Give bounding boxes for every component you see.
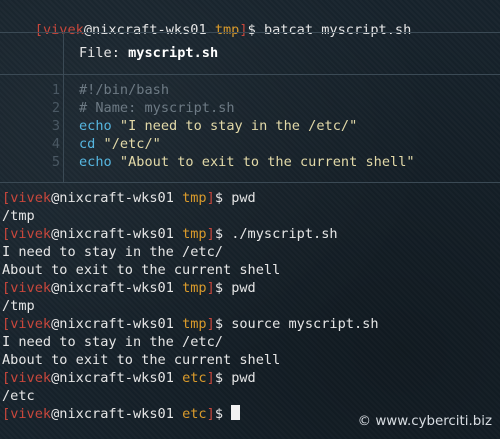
- prompt-dir: tmp: [182, 280, 207, 296]
- output-line: I need to stay in the /etc/: [2, 243, 223, 261]
- line-number: 3: [51, 118, 60, 134]
- prompt-host: nixcraft-wks01: [59, 190, 174, 206]
- output-text: I need to stay in the /etc/: [2, 334, 223, 350]
- command-text: pwd: [231, 190, 256, 206]
- prompt-line: [vivek@nixcraft-wks01 etc]$ pwd: [2, 370, 256, 386]
- prompt-line: [vivek@nixcraft-wks01 etc]$: [2, 405, 241, 423]
- code-line: echo "I need to stay in the /etc/": [79, 117, 357, 135]
- code-argument: "/etc/": [95, 136, 161, 152]
- output-line: About to exit to the current shell: [2, 261, 280, 279]
- output-line: /etc: [2, 387, 35, 405]
- output-text: I need to stay in the /etc/: [2, 244, 223, 260]
- command-text: pwd: [231, 370, 256, 386]
- output-line: /tmp: [2, 207, 35, 225]
- line-number: 4: [51, 136, 60, 152]
- output-text: About to exit to the current shell: [2, 352, 281, 368]
- line-number: 1: [51, 82, 60, 98]
- code-line: cd "/etc/": [79, 135, 161, 153]
- text-cursor[interactable]: [231, 405, 241, 420]
- prompt-dir: tmp: [182, 190, 207, 206]
- line-number: 5: [51, 154, 60, 170]
- prompt-dir: etc: [182, 406, 207, 422]
- command-text: batcat myscript.sh: [263, 22, 412, 38]
- prompt-user: vivek: [10, 370, 52, 386]
- code-line: echo "About to exit to the current shell…: [79, 153, 415, 171]
- output-line: /tmp: [2, 297, 35, 315]
- code-line: # Name: myscript.sh: [79, 99, 235, 117]
- batcat-file-name: myscript.sh: [128, 45, 219, 61]
- batcat-bottom-rule: [0, 182, 500, 183]
- prompt-user: vivek: [10, 280, 52, 296]
- terminal-window[interactable]: [vivek@nixcraft-wks01 tmp]$ batcat myscr…: [0, 0, 500, 439]
- prompt-host: nixcraft-wks01: [92, 22, 207, 38]
- prompt-line-batcat: [vivek@nixcraft-wks01 tmp]$ batcat myscr…: [34, 22, 412, 38]
- prompt-dir: tmp: [182, 316, 207, 332]
- command-text: ./myscript.sh: [231, 226, 338, 242]
- output-line: About to exit to the current shell: [2, 351, 280, 369]
- code-keyword: echo: [79, 154, 112, 170]
- batcat-header-divider: [63, 32, 64, 74]
- prompt-line: [vivek@nixcraft-wks01 tmp]$ pwd: [2, 190, 256, 206]
- prompt-host: nixcraft-wks01: [59, 406, 174, 422]
- prompt-host: nixcraft-wks01: [59, 280, 174, 296]
- prompt-host: nixcraft-wks01: [59, 316, 174, 332]
- command-text: source myscript.sh: [231, 316, 379, 332]
- prompt-user: vivek: [10, 226, 52, 242]
- code-comment: # Name: myscript.sh: [79, 100, 235, 116]
- batcat-header-rule: [0, 74, 500, 75]
- code-keyword: cd: [79, 136, 96, 152]
- code-argument: "About to exit to the current shell": [111, 154, 415, 170]
- output-text: /tmp: [2, 208, 35, 224]
- output-text: /tmp: [2, 298, 35, 314]
- line-number: 2: [51, 100, 60, 116]
- prompt-dir: tmp: [182, 226, 207, 242]
- prompt-line: [vivek@nixcraft-wks01 tmp]$ pwd: [2, 280, 256, 296]
- prompt-dir: etc: [182, 370, 207, 386]
- prompt-user: vivek: [10, 190, 52, 206]
- code-line: #!/bin/bash: [79, 81, 169, 99]
- prompt-host: nixcraft-wks01: [59, 226, 174, 242]
- code-keyword: echo: [79, 118, 112, 134]
- command-text: pwd: [231, 280, 256, 296]
- prompt-line: [vivek@nixcraft-wks01 tmp]$ ./myscript.s…: [2, 226, 338, 242]
- prompt-host: nixcraft-wks01: [59, 370, 174, 386]
- code-argument: "I need to stay in the /etc/": [111, 118, 358, 134]
- prompt-user: vivek: [10, 406, 52, 422]
- batcat-top-rule: [0, 32, 500, 33]
- prompt-line: [vivek@nixcraft-wks01 tmp]$ source myscr…: [2, 316, 379, 332]
- prompt-user: vivek: [10, 316, 52, 332]
- output-text: /etc: [2, 388, 35, 404]
- prompt-dir: tmp: [214, 22, 240, 38]
- watermark: © www.cyberciti.biz: [357, 414, 492, 429]
- batcat-gutter-divider: [63, 74, 64, 182]
- batcat-file-header: File: myscript.sh: [79, 45, 219, 61]
- output-line: I need to stay in the /etc/: [2, 333, 223, 351]
- output-text: About to exit to the current shell: [2, 262, 281, 278]
- code-comment: #!/bin/bash: [79, 82, 170, 98]
